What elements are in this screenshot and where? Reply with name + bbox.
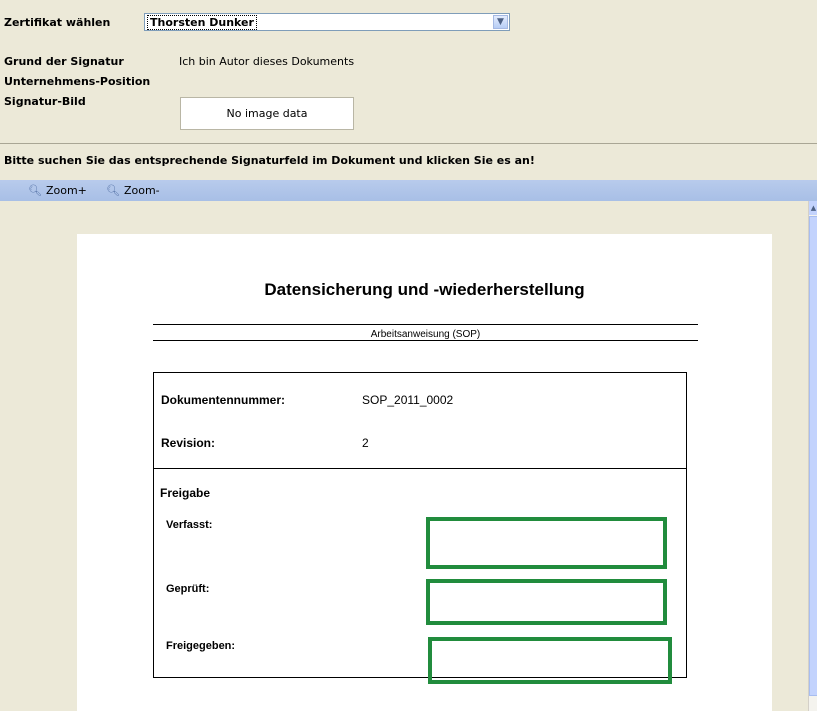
scroll-up-icon[interactable]: ▲ [809,201,817,215]
signature-field-author[interactable] [426,517,667,569]
signature-label-author: Verfasst: [166,519,213,531]
certificate-label: Zertifikat wählen [4,16,111,29]
viewer-toolbar: 🔍︎ Zoom+ 🔍︎ Zoom- [0,180,817,201]
scrollbar-thumb[interactable] [809,216,817,696]
chevron-down-icon[interactable]: ▼ [493,15,508,29]
zoom-out-label: Zoom- [123,184,160,197]
rule-bottom [153,340,698,341]
instruction-text: Bitte suchen Sie das entsprechende Signa… [4,154,535,167]
signature-image-preview: No image data [180,97,354,130]
revision-label: Revision: [161,436,216,450]
zoom-in-label: Zoom+ [45,184,87,197]
document-title: Datensicherung und -wiederherstellung [264,280,585,299]
zoom-out-icon: 🔍︎ [106,184,120,197]
certificate-select-value: Thorsten Dunker [147,15,257,30]
signature-image-label: Signatur-Bild [4,95,86,108]
signature-field-approver[interactable] [428,637,672,684]
zoom-in-icon: 🔍︎ [28,184,42,197]
vertical-scrollbar[interactable]: ▲ [808,201,817,711]
reason-label: Grund der Signatur [4,55,124,68]
release-heading: Freigabe [160,486,211,500]
document-page: Datensicherung und -wiederherstellung Ar… [77,234,772,711]
document-subtitle: Arbeitsanweisung (SOP) [370,329,481,340]
divider [0,143,817,144]
revision-value: 2 [362,436,369,450]
zoom-out-button[interactable]: 🔍︎ Zoom- [106,184,160,197]
doc-number-value: SOP_2011_0002 [362,393,454,407]
signature-label-approver: Freigegeben: [166,640,236,652]
rule-top [153,324,698,325]
signature-field-reviewer[interactable] [426,579,667,625]
doc-number-label: Dokumentennummer: [161,393,286,407]
zoom-in-button[interactable]: 🔍︎ Zoom+ [28,184,87,197]
signature-label-reviewer: Geprüft: [166,583,210,595]
reason-value: Ich bin Autor dieses Dokuments [179,55,355,68]
document-info-table [153,372,687,469]
certificate-select[interactable]: Thorsten Dunker ▼ [144,13,510,31]
position-label: Unternehmens-Position [4,75,151,88]
